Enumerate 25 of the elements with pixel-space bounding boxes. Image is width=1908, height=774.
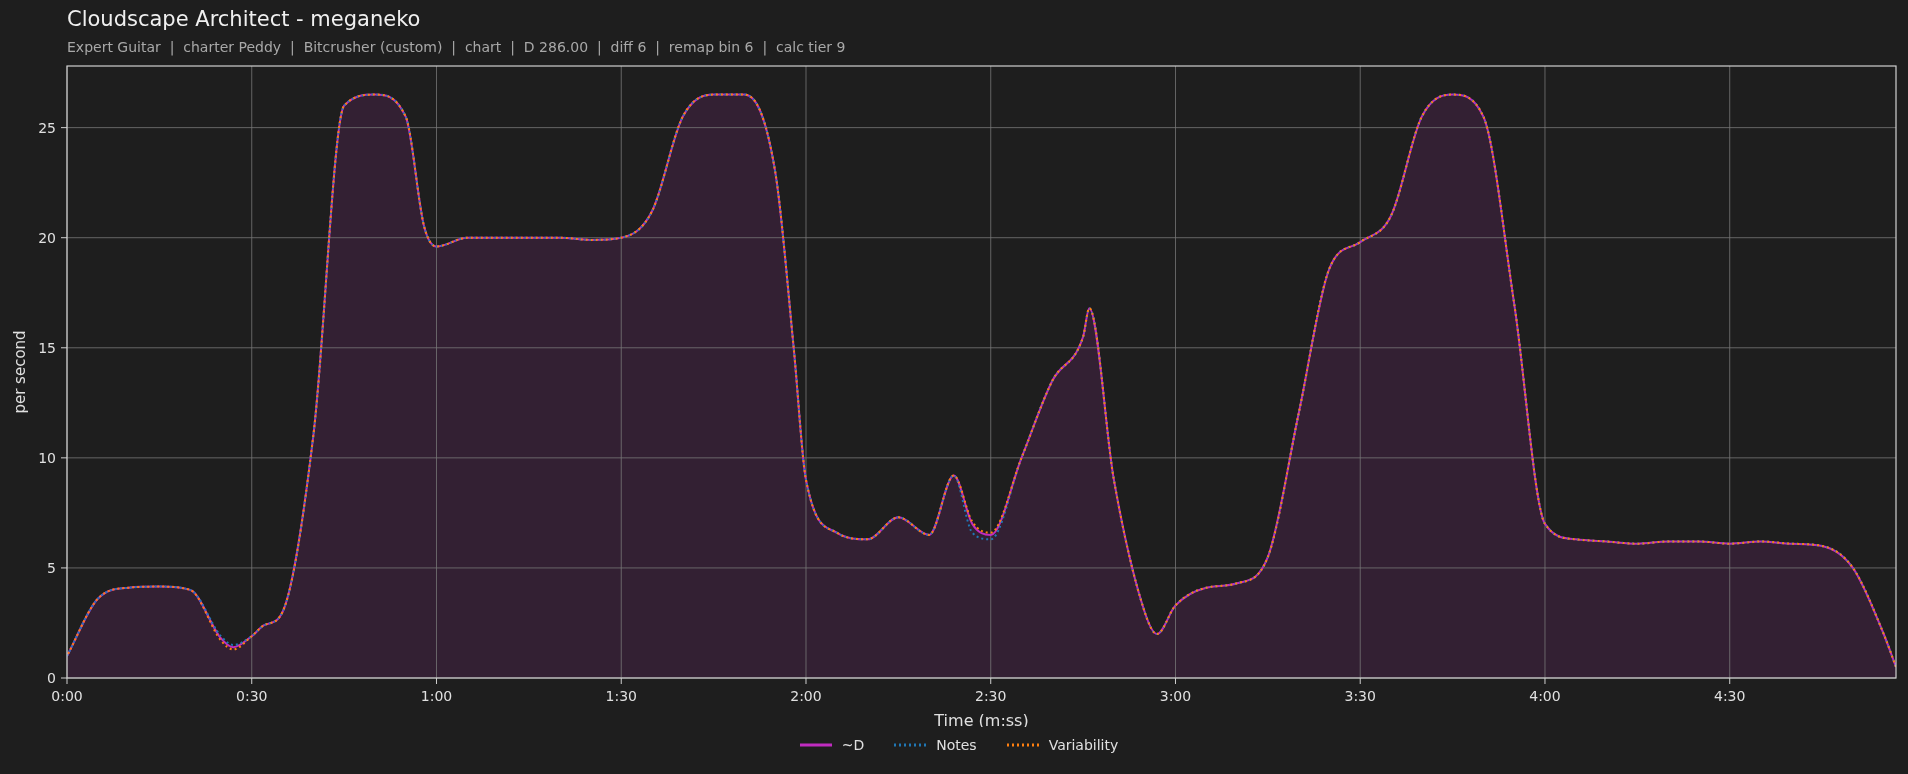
y-axis-label: per second bbox=[11, 330, 29, 414]
legend-line-icon bbox=[799, 743, 832, 747]
x-tick-label: 2:30 bbox=[975, 688, 1007, 704]
legend-line-icon bbox=[1006, 743, 1039, 747]
legend-label: ~D bbox=[841, 737, 865, 753]
x-tick-label: 3:00 bbox=[1159, 688, 1192, 704]
x-tick-label: 4:30 bbox=[1714, 688, 1746, 704]
chart-title: Cloudscape Architect - meganeko bbox=[67, 7, 422, 31]
y-tick-label: 5 bbox=[47, 559, 56, 576]
x-tick-label: 0:00 bbox=[51, 688, 83, 704]
y-tick-label: 10 bbox=[38, 449, 56, 466]
x-tick-label: 4:00 bbox=[1529, 688, 1561, 704]
legend-label: Variability bbox=[1048, 737, 1119, 753]
y-tick-label: 0 bbox=[47, 670, 56, 686]
x-tick-label: 2:00 bbox=[790, 688, 822, 704]
chart-subtitle: Expert Guitar | charter Peddy | Bitcrusher (custom) | chart | D 286.00 | diff 6 | remap bin 6 | calc tier 9 bbox=[67, 39, 847, 56]
y-tick-label: 20 bbox=[38, 229, 56, 246]
x-tick-label: 1:30 bbox=[605, 688, 637, 704]
y-tick-label: 25 bbox=[38, 119, 56, 136]
x-tick-label: 0:30 bbox=[236, 688, 268, 704]
legend-label: Notes bbox=[936, 737, 977, 753]
x-tick-label: 1:00 bbox=[420, 688, 453, 704]
legend-line-icon bbox=[894, 743, 927, 747]
y-tick-label: 15 bbox=[38, 339, 56, 356]
x-tick-label: 3:30 bbox=[1344, 688, 1376, 704]
